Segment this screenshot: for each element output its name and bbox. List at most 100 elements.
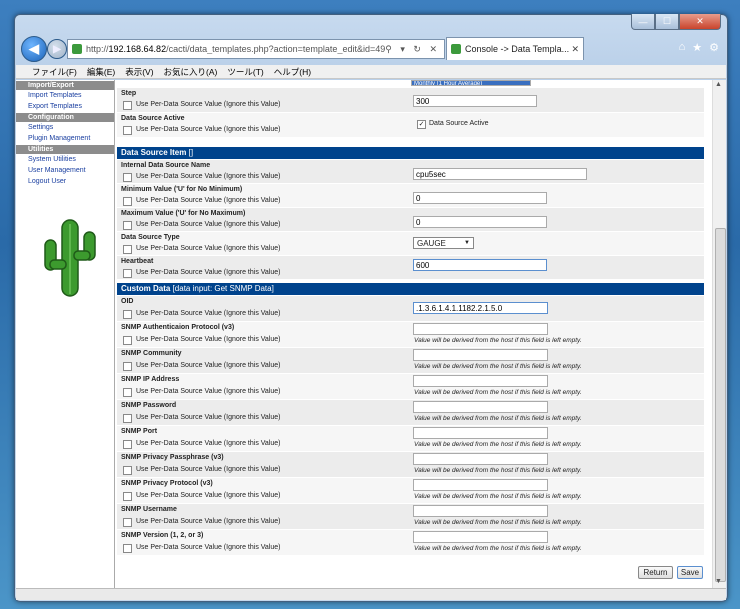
field-label: SNMP IP Address: [121, 376, 180, 383]
field-input[interactable]: [413, 375, 548, 387]
field-label: SNMP Version (1, 2, or 3): [121, 532, 204, 539]
vertical-scrollbar[interactable]: ▲ ▼: [712, 80, 726, 588]
per-data-label: Use Per-Data Source Value (Ignore this V…: [136, 336, 281, 343]
field-input[interactable]: 0: [413, 216, 547, 228]
per-data-checkbox[interactable]: [123, 492, 132, 501]
sidebar-link[interactable]: System Utilities: [16, 154, 114, 165]
field-label: Maximum Value ('U' for No Maximum): [121, 210, 246, 217]
per-data-checkbox[interactable]: [123, 362, 132, 371]
menu-item[interactable]: ツール(T): [227, 65, 263, 78]
menu-item[interactable]: 編集(E): [87, 65, 115, 78]
back-icon[interactable]: ◀: [21, 36, 47, 62]
field-row: Internal Data Source Name Use Per-Data So…: [117, 160, 704, 183]
address-controls[interactable]: ⚲ ▾ ↻ ✕: [385, 44, 440, 55]
field-input[interactable]: [413, 479, 548, 491]
field-hint: Value will be derived from the host if t…: [414, 337, 582, 344]
home-icon[interactable]: ⌂: [679, 41, 686, 54]
per-data-checkbox[interactable]: [123, 269, 132, 278]
toolbar-icons: ⌂ ★ ⚙: [679, 41, 719, 54]
menu-item[interactable]: ファイル(F): [32, 65, 77, 78]
field-row: Minimum Value ('U' for No Minimum) Use Pe…: [117, 184, 704, 207]
field-row-step: Step Use Per-Data Source Value (Ignore t…: [117, 88, 704, 112]
sidebar-section-header: Utilities: [16, 145, 114, 154]
field-row: SNMP Community Use Per-Data Source Value …: [117, 348, 704, 373]
maximize-button[interactable]: ☐: [655, 14, 679, 30]
field-row: SNMP Port Use Per-Data Source Value (Igno…: [117, 426, 704, 451]
page-content: Import/Export Import Templates Export Temp…: [16, 80, 726, 588]
data-source-type-select[interactable]: GAUGE ▼: [413, 237, 474, 249]
menu-item[interactable]: ヘルプ(H): [274, 65, 311, 78]
gear-icon[interactable]: ⚙: [709, 41, 719, 54]
active-checkbox[interactable]: ✓: [417, 120, 426, 129]
field-input[interactable]: [413, 531, 548, 543]
per-data-label: Use Per-Data Source Value (Ignore this V…: [136, 269, 281, 276]
scroll-up-icon[interactable]: ▲: [715, 81, 722, 88]
site-favicon-icon: [72, 44, 82, 54]
forward-icon[interactable]: ▶: [47, 39, 67, 59]
field-input[interactable]: [413, 401, 548, 413]
field-hint: Value will be derived from the host if t…: [414, 415, 582, 422]
field-row: SNMP Version (1, 2, or 3) Use Per-Data So…: [117, 530, 704, 555]
tab-title: Console -> Data Templa...: [465, 44, 570, 54]
field-label: SNMP Privacy Passphrase (v3): [121, 454, 224, 461]
per-data-checkbox[interactable]: [123, 126, 132, 135]
field-input[interactable]: [413, 349, 548, 361]
per-data-checkbox[interactable]: [123, 197, 132, 206]
section-header-data-source-item: Data Source Item []: [117, 147, 704, 159]
tab-console[interactable]: Console -> Data Templa... ✕: [446, 37, 584, 60]
per-data-checkbox[interactable]: [123, 221, 132, 230]
address-bar[interactable]: http://192.168.64.82/cacti/data_template…: [67, 39, 445, 59]
per-data-checkbox[interactable]: [123, 544, 132, 553]
chevron-down-icon: ▼: [464, 240, 470, 246]
field-hint: Value will be derived from the host if t…: [414, 519, 582, 526]
navigation-bar: ◀ ▶ http://192.168.64.82/cacti/data_temp…: [15, 33, 727, 63]
field-hint: Value will be derived from the host if t…: [414, 467, 582, 474]
per-data-checkbox[interactable]: [123, 414, 132, 423]
per-data-label: Use Per-Data Source Value (Ignore this V…: [136, 310, 281, 317]
tab-close-icon[interactable]: ✕: [571, 44, 579, 55]
per-data-checkbox[interactable]: [123, 440, 132, 449]
field-label: SNMP Port: [121, 428, 158, 435]
partial-rra-value: Monthly (1 Hour Average): [411, 80, 531, 86]
per-data-checkbox[interactable]: [123, 466, 132, 475]
step-input[interactable]: 300: [413, 95, 537, 107]
scroll-down-icon[interactable]: ▼: [715, 578, 722, 585]
per-data-checkbox[interactable]: [123, 310, 132, 319]
field-label: SNMP Password: [121, 402, 177, 409]
per-data-label: Use Per-Data Source Value (Ignore this V…: [136, 414, 281, 421]
field-input[interactable]: [413, 323, 548, 335]
field-label: OID: [121, 298, 134, 305]
field-input[interactable]: 0: [413, 192, 547, 204]
save-button[interactable]: Save: [677, 566, 703, 579]
per-data-checkbox[interactable]: [123, 101, 132, 110]
oid-input[interactable]: .1.3.6.1.4.1.1182.2.1.5.0: [413, 302, 548, 314]
favorites-star-icon[interactable]: ★: [692, 41, 702, 54]
field-input[interactable]: [413, 453, 548, 465]
sidebar-link[interactable]: Plugin Management: [16, 133, 114, 144]
field-input[interactable]: [413, 505, 548, 517]
sidebar-link[interactable]: Export Templates: [16, 101, 114, 112]
per-data-checkbox[interactable]: [123, 388, 132, 397]
menu-item[interactable]: 表示(V): [125, 65, 153, 78]
close-button[interactable]: ✕: [679, 14, 721, 30]
sidebar-link[interactable]: Logout User: [16, 176, 114, 187]
per-data-label: Use Per-Data Source Value (Ignore this V…: [136, 362, 281, 369]
per-data-checkbox[interactable]: [123, 336, 132, 345]
return-button[interactable]: Return: [638, 566, 673, 579]
per-data-checkbox[interactable]: [123, 173, 132, 182]
main-form: Monthly (1 Hour Average) Step Use Per-Da…: [115, 80, 712, 588]
per-data-checkbox[interactable]: [123, 245, 132, 254]
per-data-label: Use Per-Data Source Value (Ignore this V…: [136, 221, 281, 228]
address-url[interactable]: http://192.168.64.82/cacti/data_template…: [86, 44, 385, 54]
field-input[interactable]: [413, 427, 548, 439]
field-row: SNMP IP Address Use Per-Data Source Value…: [117, 374, 704, 399]
sidebar-link[interactable]: User Management: [16, 165, 114, 176]
sidebar-link[interactable]: Settings: [16, 122, 114, 133]
scrollbar-thumb[interactable]: [715, 228, 726, 582]
menu-item[interactable]: お気に入り(A): [164, 65, 218, 78]
field-input[interactable]: cpu5sec: [413, 168, 587, 180]
per-data-checkbox[interactable]: [123, 518, 132, 527]
sidebar-link[interactable]: Import Templates: [16, 90, 114, 101]
field-input[interactable]: 600: [413, 259, 547, 271]
minimize-button[interactable]: —: [631, 14, 655, 30]
